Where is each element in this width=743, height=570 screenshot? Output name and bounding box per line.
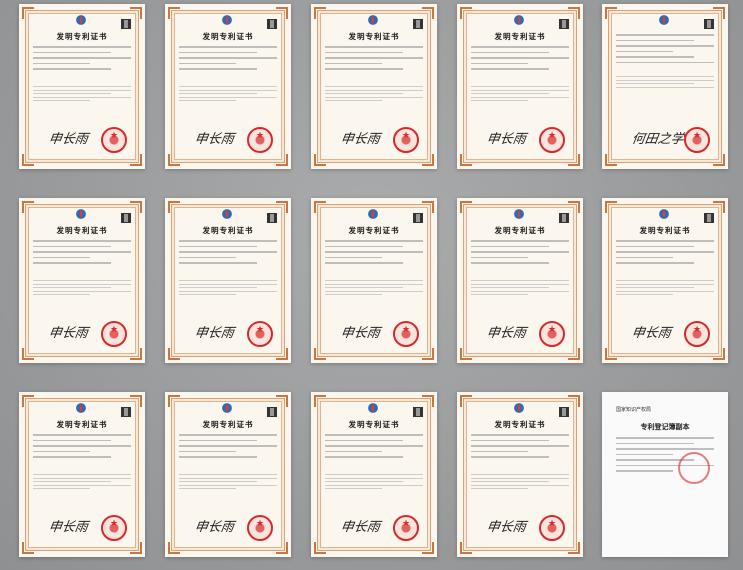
qr-code-icon bbox=[267, 19, 277, 29]
signature: 申长雨 bbox=[47, 520, 89, 535]
qr-code-icon bbox=[559, 19, 569, 29]
qr-code-icon bbox=[413, 407, 423, 417]
certificate-title: 发明专利证书 bbox=[639, 226, 691, 235]
official-seal-icon bbox=[684, 127, 710, 153]
certificate-title: 发明专利证书 bbox=[56, 420, 108, 429]
patent-emblem-icon bbox=[659, 15, 669, 25]
patent-emblem-icon bbox=[514, 209, 524, 219]
signature: 申长雨 bbox=[339, 520, 381, 535]
official-seal-icon bbox=[101, 127, 127, 153]
patent-certificate-14[interactable]: 发明专利证书 申长雨 bbox=[457, 392, 583, 557]
patent-emblem-icon bbox=[76, 209, 86, 219]
patent-register-copy[interactable]: 国家知识产权局 专利登记簿副本 bbox=[602, 392, 728, 557]
signature: 申长雨 bbox=[47, 132, 89, 147]
patent-certificate-8[interactable]: 发明专利证书 申长雨 bbox=[311, 198, 437, 363]
patent-certificate-6[interactable]: 发明专利证书 申长雨 bbox=[19, 198, 145, 363]
official-seal-icon bbox=[247, 515, 273, 541]
patent-emblem-icon bbox=[76, 403, 86, 413]
patent-certificate-2[interactable]: 发明专利证书 申长雨 bbox=[165, 4, 291, 169]
patent-certificate-7[interactable]: 发明专利证书 申长雨 bbox=[165, 198, 291, 363]
qr-code-icon bbox=[559, 213, 569, 223]
qr-code-icon bbox=[413, 213, 423, 223]
patent-certificate-13[interactable]: 发明专利证书 申长雨 bbox=[311, 392, 437, 557]
register-header: 国家知识产权局 bbox=[616, 407, 652, 413]
patent-certificate-9[interactable]: 发明专利证书 申长雨 bbox=[457, 198, 583, 363]
patent-emblem-icon bbox=[368, 209, 378, 219]
qr-code-icon bbox=[121, 213, 131, 223]
patent-emblem-icon bbox=[368, 15, 378, 25]
certificate-title: 发明专利证书 bbox=[56, 32, 108, 41]
certificate-title: 发明专利证书 bbox=[348, 32, 400, 41]
official-seal-icon bbox=[539, 127, 565, 153]
qr-code-icon bbox=[704, 213, 714, 223]
signature: 申长雨 bbox=[339, 326, 381, 341]
signature: 申长雨 bbox=[485, 326, 527, 341]
official-seal-icon bbox=[684, 321, 710, 347]
signature: 何田之学 bbox=[630, 132, 685, 147]
patent-emblem-icon bbox=[514, 15, 524, 25]
patent-certificate-12[interactable]: 发明专利证书 申长雨 bbox=[165, 392, 291, 557]
patent-certificate-5[interactable]: 何田之学 bbox=[602, 4, 728, 169]
certificate-title: 发明专利证书 bbox=[348, 226, 400, 235]
certificate-gallery: { "certificates": [ {"title":"发明专利证书","s… bbox=[0, 0, 743, 570]
certificate-title: 发明专利证书 bbox=[56, 226, 108, 235]
patent-certificate-4[interactable]: 发明专利证书 申长雨 bbox=[457, 4, 583, 169]
signature: 申长雨 bbox=[193, 132, 235, 147]
certificate-title: 发明专利证书 bbox=[202, 420, 254, 429]
official-seal-icon bbox=[101, 321, 127, 347]
patent-emblem-icon bbox=[222, 15, 232, 25]
patent-emblem-icon bbox=[659, 209, 669, 219]
official-seal-icon bbox=[247, 127, 273, 153]
certificate-title: 发明专利证书 bbox=[494, 226, 546, 235]
signature: 申长雨 bbox=[47, 326, 89, 341]
qr-code-icon bbox=[704, 19, 714, 29]
official-seal-icon bbox=[393, 515, 419, 541]
qr-code-icon bbox=[267, 407, 277, 417]
certificate-title: 发明专利证书 bbox=[348, 420, 400, 429]
official-seal-icon bbox=[393, 321, 419, 347]
patent-emblem-icon bbox=[368, 403, 378, 413]
qr-code-icon bbox=[121, 407, 131, 417]
certificate-title: 发明专利证书 bbox=[202, 226, 254, 235]
patent-certificate-11[interactable]: 发明专利证书 申长雨 bbox=[19, 392, 145, 557]
official-seal-icon bbox=[393, 127, 419, 153]
qr-code-icon bbox=[121, 19, 131, 29]
signature: 申长雨 bbox=[193, 326, 235, 341]
certificate-title: 发明专利证书 bbox=[494, 420, 546, 429]
official-seal-icon bbox=[101, 515, 127, 541]
qr-code-icon bbox=[267, 213, 277, 223]
register-title: 专利登记簿副本 bbox=[640, 422, 690, 431]
patent-emblem-icon bbox=[514, 403, 524, 413]
signature: 申长雨 bbox=[339, 132, 381, 147]
patent-certificate-3[interactable]: 发明专利证书 申长雨 bbox=[311, 4, 437, 169]
official-seal-icon bbox=[539, 515, 565, 541]
qr-code-icon bbox=[559, 407, 569, 417]
official-seal-icon bbox=[678, 452, 710, 484]
signature: 申长雨 bbox=[630, 326, 672, 341]
qr-code-icon bbox=[413, 19, 423, 29]
patent-emblem-icon bbox=[76, 15, 86, 25]
certificate-title: 发明专利证书 bbox=[494, 32, 546, 41]
certificate-title: 发明专利证书 bbox=[202, 32, 254, 41]
official-seal-icon bbox=[247, 321, 273, 347]
patent-emblem-icon bbox=[222, 403, 232, 413]
official-seal-icon bbox=[539, 321, 565, 347]
signature: 申长雨 bbox=[485, 520, 527, 535]
signature: 申长雨 bbox=[193, 520, 235, 535]
patent-emblem-icon bbox=[222, 209, 232, 219]
signature: 申长雨 bbox=[485, 132, 527, 147]
patent-certificate-10[interactable]: 发明专利证书 申长雨 bbox=[602, 198, 728, 363]
patent-certificate-1[interactable]: 发明专利证书 申长雨 bbox=[19, 4, 145, 169]
